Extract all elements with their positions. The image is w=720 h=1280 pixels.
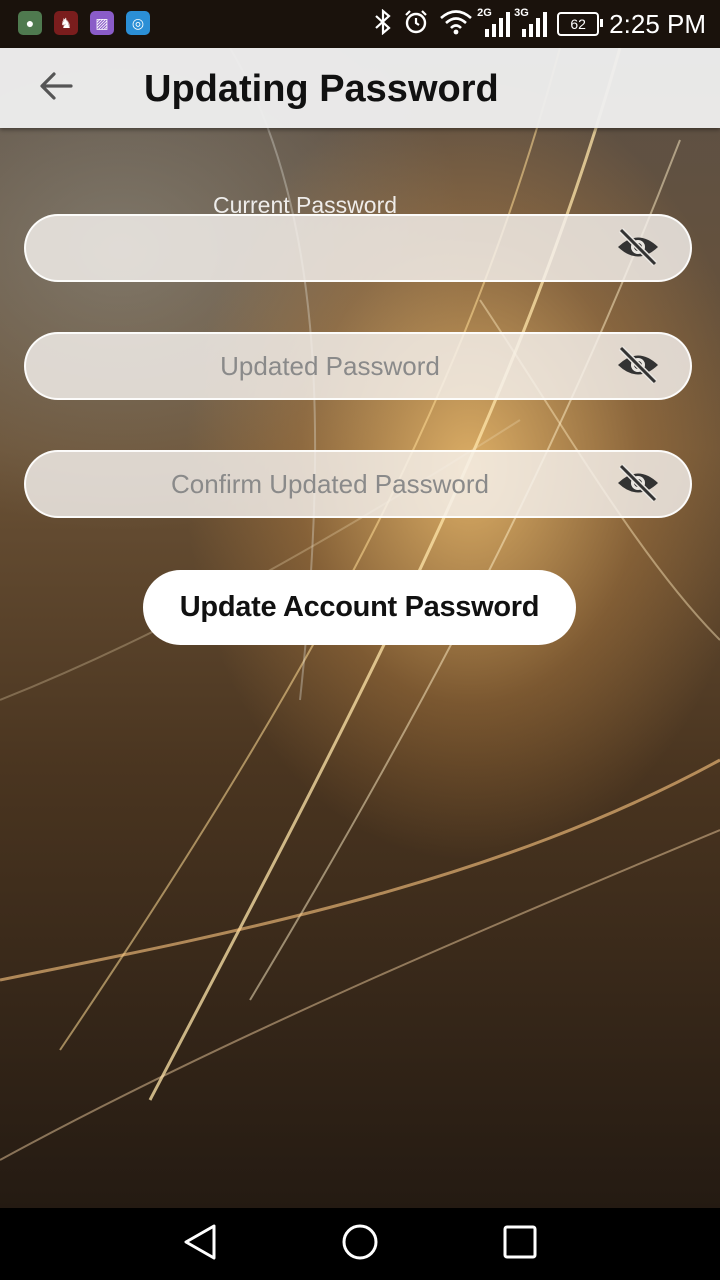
network-type-label: 2G xyxy=(477,7,492,19)
eye-off-icon xyxy=(615,345,661,389)
status-bar: ● ♞ ▨ ◎ 2G 3G 62 2:25 PM xyxy=(0,0,720,48)
battery-icon: 62 xyxy=(557,12,604,36)
update-account-password-button[interactable]: Update Account Password xyxy=(143,570,576,645)
confirm-password-field xyxy=(24,450,692,518)
signal-strength-3g-icon: 3G xyxy=(514,7,548,37)
confirm-password-input[interactable] xyxy=(50,452,610,516)
bluetooth-icon xyxy=(373,8,393,40)
home-circle-icon xyxy=(341,1223,379,1266)
current-password-input[interactable] xyxy=(50,216,610,280)
alarm-icon xyxy=(403,9,429,40)
gallery-app-icon: ● xyxy=(18,11,42,35)
nav-back-button[interactable] xyxy=(176,1222,224,1266)
recents-square-icon xyxy=(502,1224,538,1265)
navigation-bar xyxy=(0,1208,720,1280)
image-app-icon: ▨ xyxy=(90,11,114,35)
clock: 2:25 PM xyxy=(609,8,706,39)
nav-home-button[interactable] xyxy=(336,1222,384,1266)
updated-password-field xyxy=(24,332,692,400)
eye-off-icon xyxy=(615,227,661,271)
eye-off-icon xyxy=(615,463,661,507)
updated-password-visibility-toggle[interactable] xyxy=(614,345,662,389)
vpn-app-icon: ◎ xyxy=(126,11,150,35)
app-bar: Updating Password xyxy=(0,48,720,128)
nav-recents-button[interactable] xyxy=(496,1222,544,1266)
current-password-visibility-toggle[interactable] xyxy=(614,227,662,271)
network-type-label: 3G xyxy=(514,7,529,19)
wifi-icon xyxy=(439,9,473,40)
notification-icons: ● ♞ ▨ ◎ xyxy=(18,11,150,35)
battery-level: 62 xyxy=(570,16,586,32)
signal-strength-2g-icon: 2G xyxy=(477,7,511,37)
updated-password-input[interactable] xyxy=(50,334,610,398)
back-button[interactable] xyxy=(30,64,82,112)
back-triangle-icon xyxy=(182,1223,218,1266)
game-app-icon: ♞ xyxy=(54,11,78,35)
current-password-field xyxy=(24,214,692,282)
arrow-left-icon xyxy=(39,71,73,106)
page-title: Updating Password xyxy=(144,68,499,110)
confirm-password-visibility-toggle[interactable] xyxy=(614,463,662,507)
